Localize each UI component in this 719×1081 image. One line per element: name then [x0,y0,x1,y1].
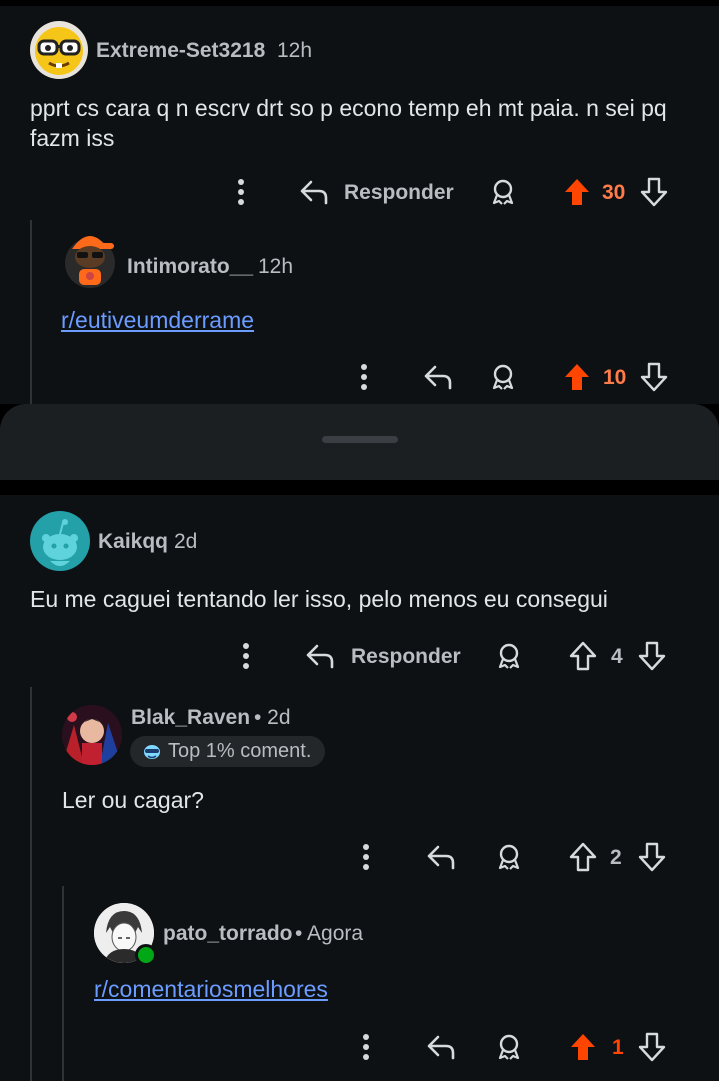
avatar[interactable] [30,21,88,79]
more-options-icon[interactable] [351,841,381,873]
comment-body: Ler ou cagar? [62,787,204,813]
timestamp: 12h [258,255,294,278]
upvote-icon[interactable] [567,841,599,873]
vote-score: 30 [602,181,626,204]
more-options-icon[interactable] [351,1031,381,1063]
bottom-sheet[interactable] [0,404,719,480]
downvote-icon[interactable] [636,1031,668,1063]
vote-score: 4 [611,645,623,668]
award-icon[interactable] [493,640,525,672]
subreddit-link[interactable]: r/eutiveumderrame [61,307,254,334]
username[interactable]: Extreme-Set3218 [96,39,265,63]
avatar[interactable] [62,705,122,765]
downvote-icon[interactable] [636,640,668,672]
award-icon[interactable] [487,361,519,393]
vote-score: 1 [612,1036,624,1059]
vote-score: 10 [603,366,627,389]
avatar[interactable] [64,227,116,289]
snoo-cap-avatar-icon [65,236,115,288]
vote-score: 2 [610,846,622,869]
thread-line [30,687,32,1081]
upvote-icon[interactable] [567,640,599,672]
reply-icon[interactable] [303,640,337,672]
more-options-icon[interactable] [349,361,379,393]
more-options-icon[interactable] [226,176,256,208]
reply-icon[interactable] [297,176,331,208]
timestamp: 12h [277,39,313,62]
comment-body: Eu me caguei tentando ler isso, pelo men… [30,586,608,612]
default-snoo-avatar-icon [42,519,78,566]
upvote-icon[interactable] [561,176,593,208]
reply-icon[interactable] [424,1031,458,1063]
timestamp: • 2d [254,706,291,729]
anime-avatar-icon [62,705,122,765]
upvote-icon[interactable] [567,1031,599,1063]
reply-icon[interactable] [424,841,458,873]
username[interactable]: Kaikqq [98,530,168,554]
timestamp: • Agora [295,922,364,945]
award-icon[interactable] [493,1031,525,1063]
upvote-icon[interactable] [561,361,593,393]
username[interactable]: Intimorato__ [127,255,253,279]
subreddit-link[interactable]: r/comentariosmelhores [94,976,328,1003]
top-commenter-icon [142,743,162,761]
online-status-indicator [135,944,157,966]
comment-thread-top: Extreme-Set3218 12h pprt cs cara q n esc… [0,6,719,404]
badge-label: Top 1% coment. [168,740,312,762]
downvote-icon[interactable] [638,176,670,208]
downvote-icon[interactable] [638,361,670,393]
comment-body: pprt cs cara q n escrv drt so p econo te… [30,95,667,151]
username[interactable]: pato_torrado [163,922,293,946]
more-options-icon[interactable] [231,640,261,672]
reply-icon[interactable] [421,361,455,393]
drag-handle[interactable] [322,436,398,443]
status-badge: Top 1% coment. [130,736,326,767]
timestamp: 2d [174,530,198,553]
downvote-icon[interactable] [636,841,668,873]
thread-line [30,220,32,404]
reply-button[interactable]: Responder [344,181,454,205]
reply-button[interactable]: Responder [351,645,461,669]
award-icon[interactable] [487,176,519,208]
comment-thread-bottom: Kaikqq 2d Eu me caguei tentando ler isso… [0,495,719,1081]
username[interactable]: Blak_Raven [131,706,250,730]
nerd-face-avatar-icon [35,27,83,75]
avatar[interactable] [30,511,90,571]
thread-line [62,886,64,1081]
award-icon[interactable] [493,841,525,873]
